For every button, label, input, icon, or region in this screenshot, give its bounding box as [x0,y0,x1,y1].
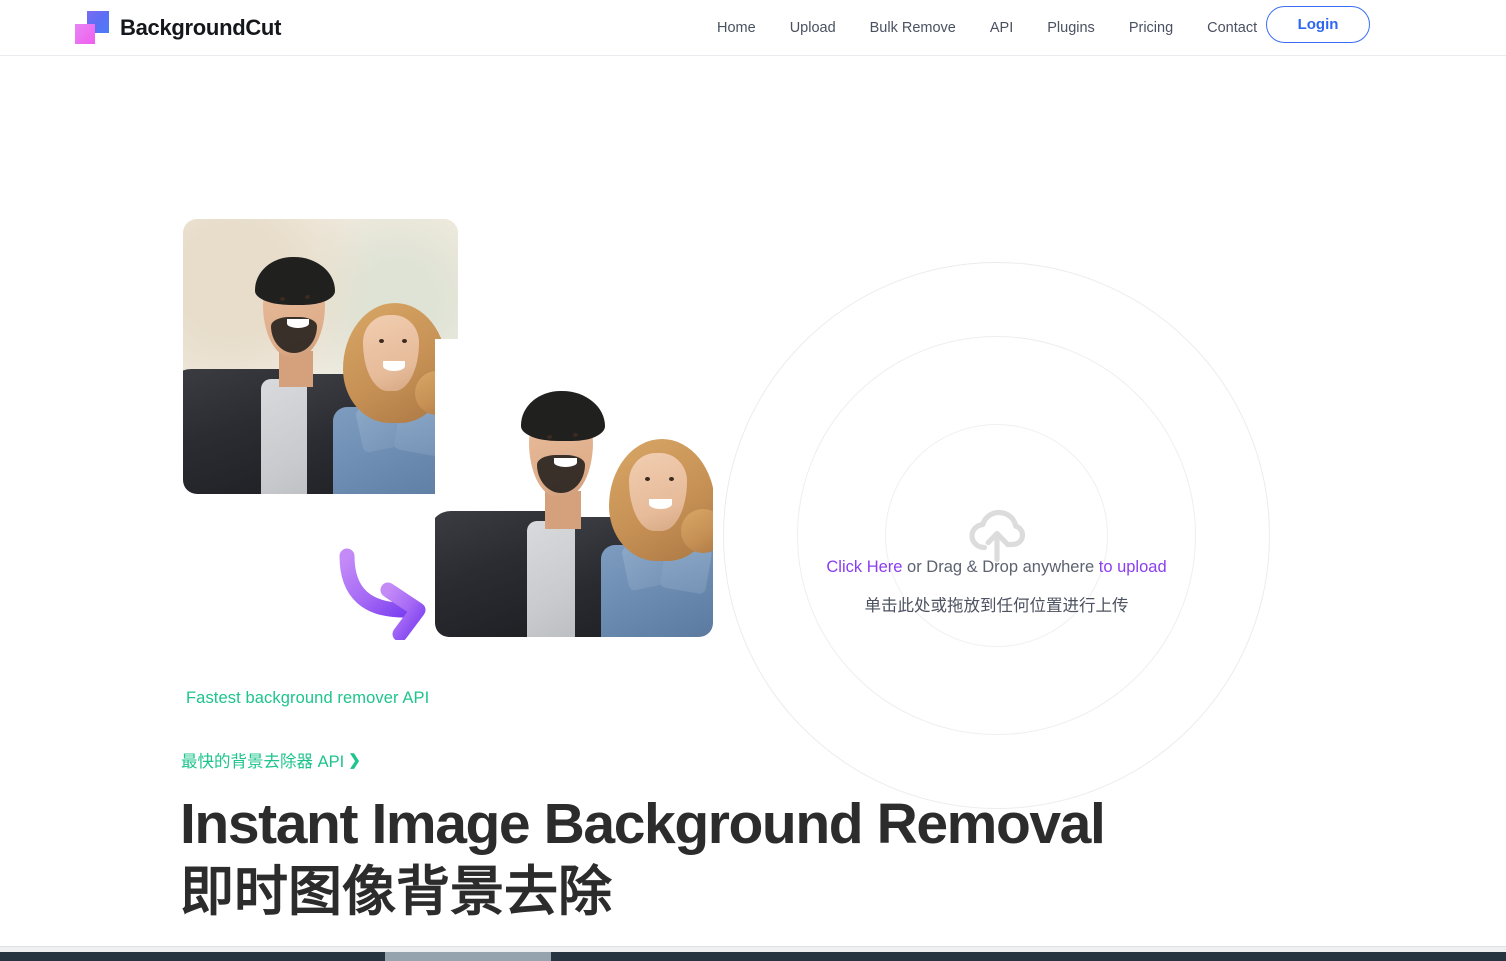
api-link-zh-label: 最快的背景去除器 API [181,753,345,771]
horizontal-scrollbar-thumb[interactable] [385,952,551,961]
nav-item-upload[interactable]: Upload [773,14,853,42]
brand-logo-link[interactable]: BackgroundCut [74,8,281,48]
upload-dropzone[interactable]: Click Here or Drag & Drop anywhere to up… [723,262,1270,809]
cloud-upload-icon [966,509,1028,563]
chevron-right-icon: ❯ [348,751,361,769]
dropzone-to-upload-link[interactable]: to upload [1099,558,1167,576]
brand-name: BackgroundCut [120,15,282,40]
main-navigation: Home Upload Bulk Remove API Plugins Pric… [700,0,1274,56]
nav-item-pricing[interactable]: Pricing [1112,14,1190,42]
site-header: BackgroundCut Home Upload Bulk Remove AP… [0,0,1506,56]
before-after-showcase [183,219,713,639]
api-link-zh[interactable]: 最快的背景去除器 API ❯ [181,748,361,772]
login-button[interactable]: Login [1266,6,1370,43]
nav-item-home[interactable]: Home [700,14,773,42]
api-link-en[interactable]: Fastest background remover API [186,689,429,708]
two-overlapping-squares-logo-icon [74,11,110,45]
dropzone-click-here-link[interactable]: Click Here [826,558,902,576]
after-image [435,339,713,637]
nav-item-contact[interactable]: Contact [1190,14,1274,42]
page-title-en: Instant Image Background Removal [180,792,1106,856]
logo-square-pink [75,24,95,44]
dropzone-primary-text: Click Here or Drag & Drop anywhere to up… [723,558,1270,577]
nav-item-bulk-remove[interactable]: Bulk Remove [853,14,973,42]
hero-section: Click Here or Drag & Drop anywhere to up… [0,56,1506,961]
nav-item-api[interactable]: API [973,14,1030,42]
dropzone-middle-text: or Drag & Drop anywhere [902,558,1099,576]
dropzone-secondary-text: 单击此处或拖放到任何位置进行上传 [864,597,1129,615]
nav-item-plugins[interactable]: Plugins [1030,14,1112,42]
page-root: BackgroundCut Home Upload Bulk Remove AP… [0,0,1506,961]
before-image [183,219,458,494]
page-title-zh: 即时图像背景去除 [180,862,612,922]
horizontal-scrollbar-track[interactable] [0,952,1506,961]
